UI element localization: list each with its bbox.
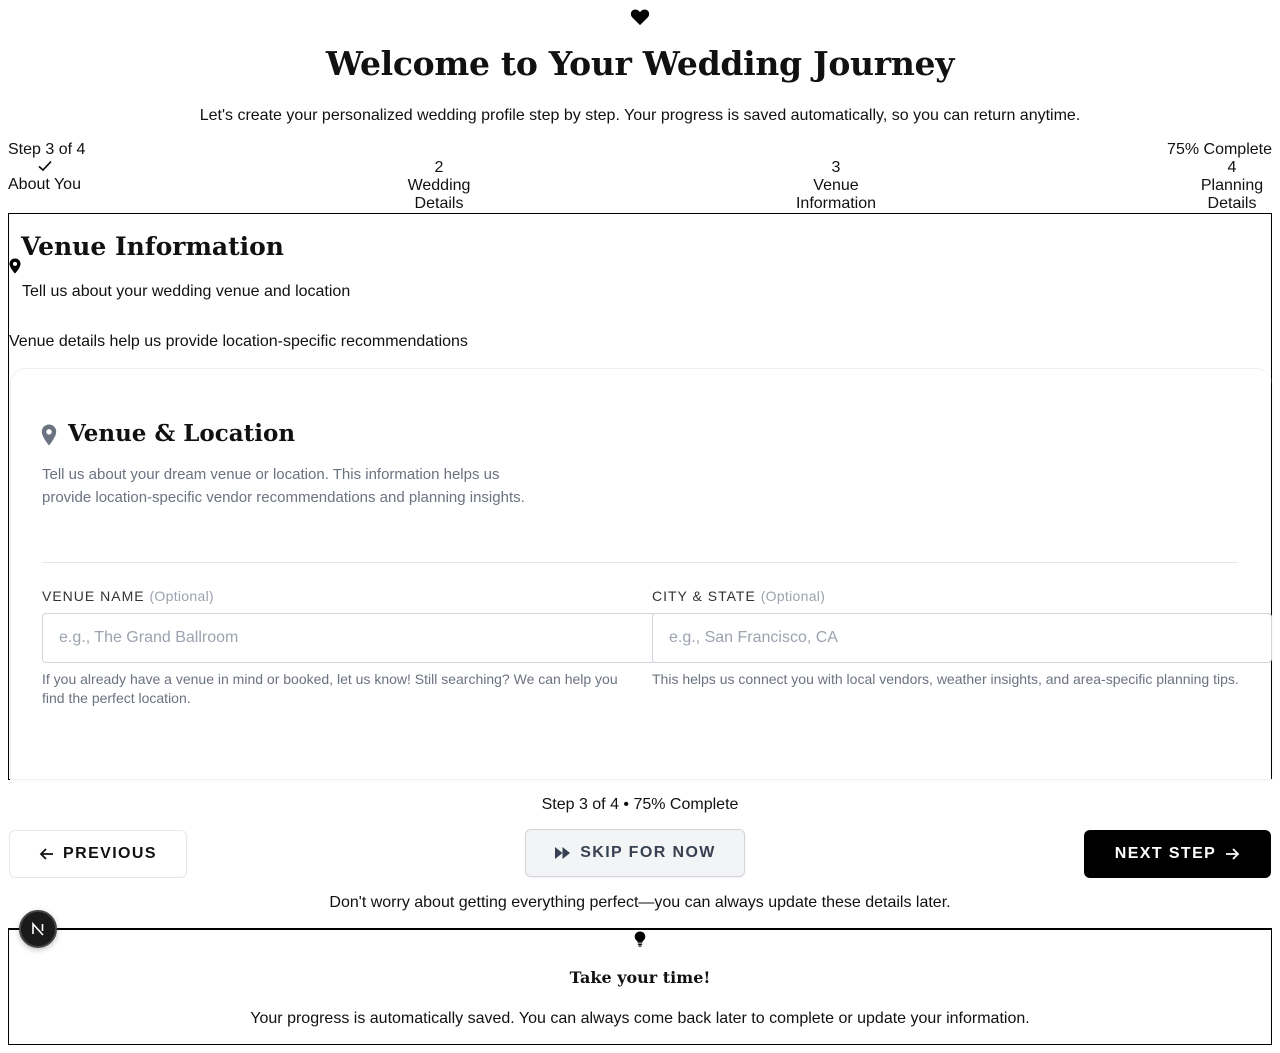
venue-name-label: VENUE NAME (Optional) — [42, 588, 214, 604]
venue-name-input[interactable] — [42, 613, 656, 663]
city-state-help: This helps us connect you with local ven… — [652, 671, 1239, 687]
section-hint: Venue details help us provide location-s… — [9, 333, 468, 350]
arrow-right-icon — [1226, 848, 1240, 860]
map-pin-icon — [9, 258, 21, 274]
city-state-label: CITY & STATE (Optional) — [652, 588, 825, 604]
heart-icon — [630, 9, 650, 26]
card-title: Venue & Location — [68, 420, 296, 447]
check-icon — [8, 158, 82, 176]
step-venue-information[interactable]: 3 Venue Information — [786, 159, 886, 213]
step-label: Venue Information — [795, 177, 877, 212]
skip-button-label: SKIP FOR NOW — [580, 844, 716, 861]
venue-name-help: If you already have a venue in mind or b… — [42, 671, 618, 706]
next-step-button[interactable]: NEXT STEP — [1084, 830, 1271, 878]
city-state-label-text: CITY & STATE — [652, 588, 756, 604]
step-label: About You — [8, 176, 81, 193]
step-number: 4 — [1227, 159, 1237, 176]
arrow-left-icon — [39, 848, 54, 860]
n-logo-icon — [32, 921, 44, 936]
step-count: Step 3 of 4 — [8, 141, 86, 158]
page-subtitle: Let's create your personalized wedding p… — [199, 107, 1081, 124]
fast-forward-icon — [555, 847, 571, 859]
city-state-input[interactable] — [652, 613, 1272, 663]
reassurance-text: Don't worry about getting everything per… — [329, 894, 951, 911]
map-pin-icon — [41, 424, 57, 446]
step-label: Planning Details — [1200, 177, 1264, 212]
step-wedding-details[interactable]: 2 Wedding Details — [399, 159, 479, 213]
step-number: 3 — [831, 159, 841, 176]
step-planning-details[interactable]: 4 Planning Details — [1192, 159, 1272, 213]
divider — [42, 562, 1238, 563]
percent-complete: 75% Complete — [1167, 141, 1272, 158]
footer-progress-text: Step 3 of 4 • 75% Complete — [541, 796, 739, 813]
tip-title: Take your time! — [569, 968, 711, 987]
dev-tools-badge[interactable] — [19, 910, 57, 948]
step-number: 2 — [434, 159, 444, 176]
page-title: Welcome to Your Wedding Journey — [325, 44, 955, 83]
previous-button[interactable]: PREVIOUS — [9, 830, 187, 878]
step-label: Wedding Details — [407, 177, 471, 212]
step-about-you[interactable]: About You — [8, 158, 82, 194]
venue-name-label-text: VENUE NAME — [42, 588, 145, 604]
next-step-button-label: NEXT STEP — [1114, 845, 1217, 862]
optional-tag: (Optional) — [760, 588, 826, 604]
section-title: Venue Information — [21, 232, 284, 261]
tip-text: Your progress is automatically saved. Yo… — [250, 1010, 1030, 1027]
section-description: Tell us about your wedding venue and loc… — [22, 283, 351, 300]
skip-button[interactable]: SKIP FOR NOW — [525, 829, 745, 877]
optional-tag: (Optional) — [149, 588, 214, 604]
lightbulb-icon — [634, 931, 646, 947]
previous-button-label: PREVIOUS — [63, 845, 157, 862]
card-description: Tell us about your dream venue or locati… — [42, 466, 525, 506]
